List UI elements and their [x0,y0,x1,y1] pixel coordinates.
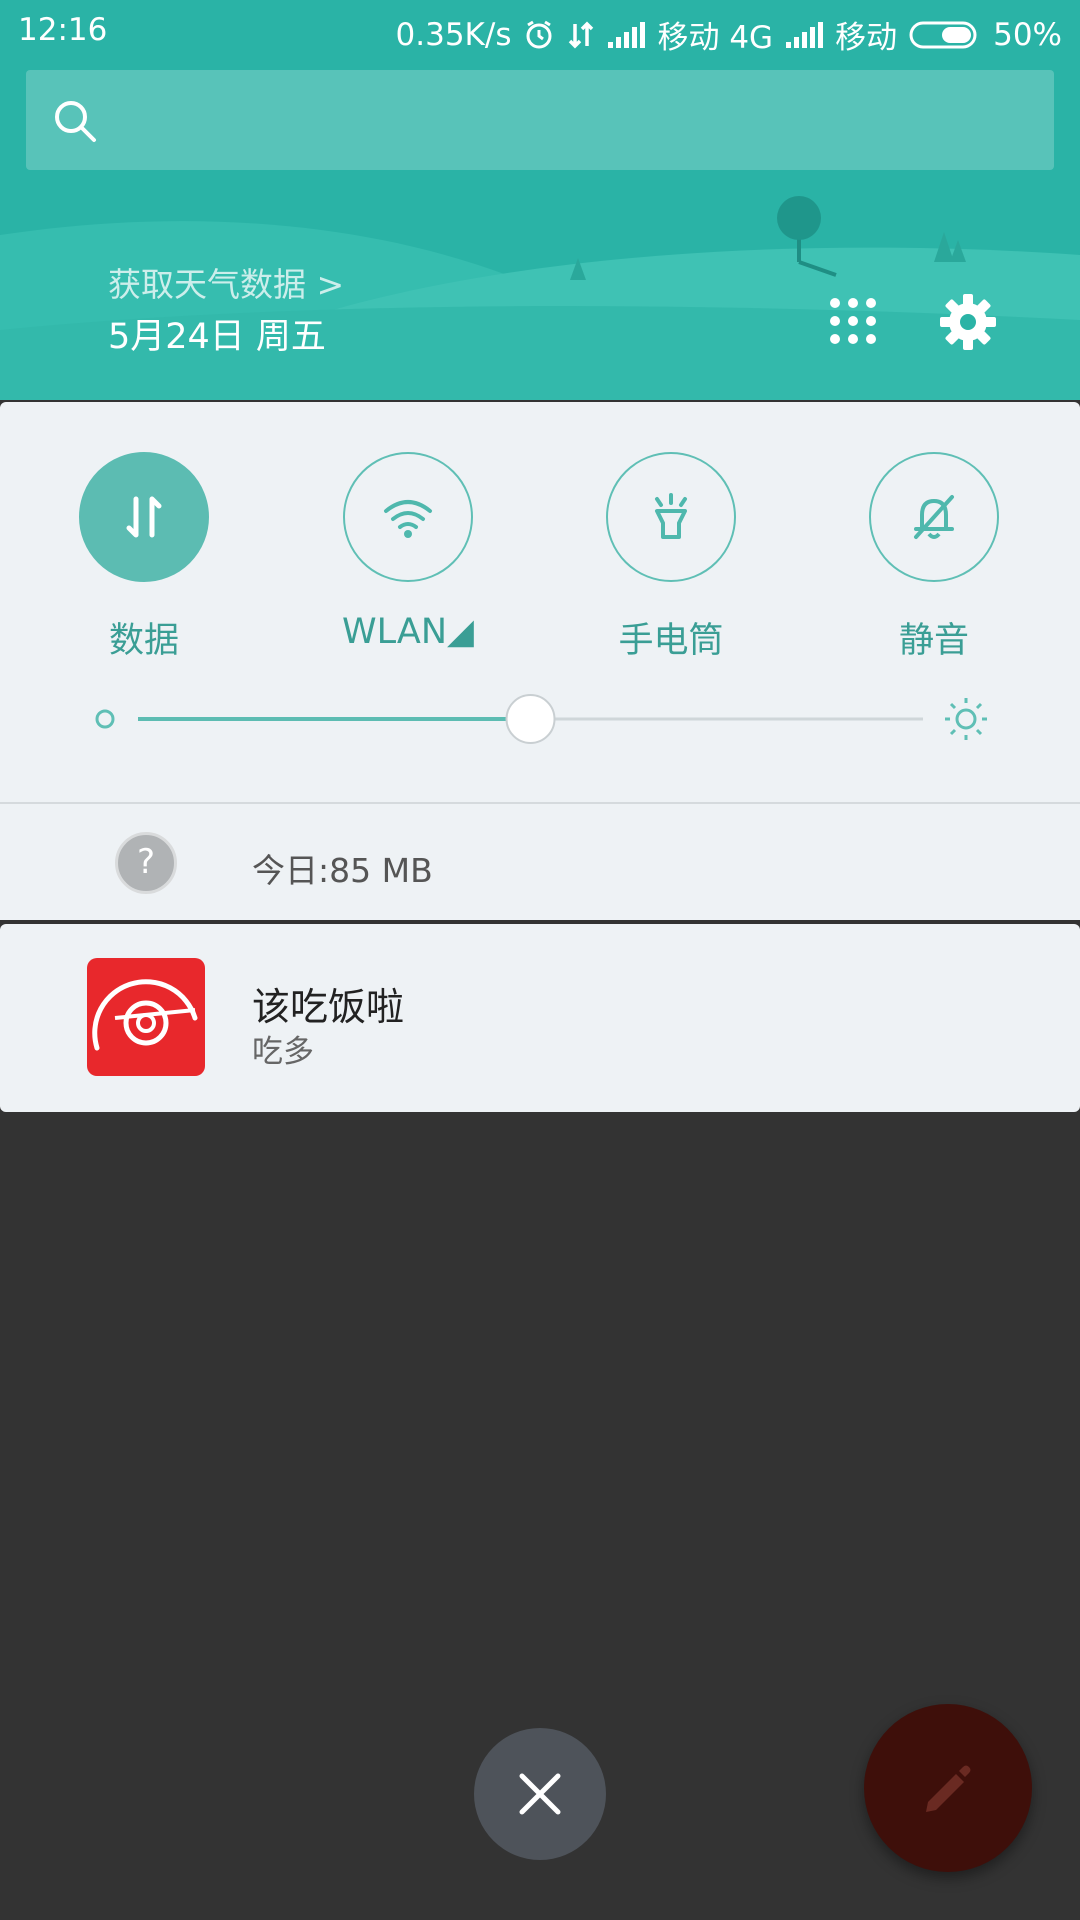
toggle-mute-label: 静音 [898,621,969,661]
data-usage-row[interactable]: ? 今日:85 MB [0,804,1080,920]
toggle-data-label: 数据 [108,621,179,661]
battery-icon [909,20,981,50]
app-logo-icon [87,958,205,1076]
data-transfer-icon [126,496,162,538]
slider-thumb[interactable] [505,694,556,744]
notification-card[interactable]: 该吃饭啦 吃多 [0,924,1080,1112]
mute-bell-icon [914,495,954,539]
help-icon: ? [115,832,177,894]
grid-icon[interactable] [828,296,878,346]
toggle-wlan[interactable]: WLAN◢ [308,452,508,672]
carrier-2: 移动 [835,20,898,56]
edit-fab-button[interactable] [864,1704,1032,1872]
battery-percent: 50% [993,16,1062,53]
status-bar: 12:16 0.35K/s 移动 4G 移动 50% [0,0,1080,62]
toggle-data[interactable]: 数据 [44,452,244,672]
signal-icon [607,21,646,48]
search-bar[interactable] [26,70,1054,170]
toggle-flashlight-label: 手电筒 [618,621,724,661]
toggle-data-circle[interactable] [79,452,209,582]
close-icon [519,1773,561,1815]
toggle-wlan-label: WLAN◢ [342,612,474,652]
gear-icon[interactable] [940,294,996,350]
brightness-low-icon [95,709,115,729]
signal-icon-2 [785,21,824,48]
status-time: 12:16 [18,12,108,48]
toggle-wlan-circle[interactable] [343,452,473,582]
alarm-icon [523,19,555,51]
toggle-mute[interactable]: 静音 [834,452,1034,672]
toggle-mute-circle[interactable] [869,452,999,582]
data-usage-text: 今日:85 MB [252,851,433,890]
wifi-icon [384,500,432,538]
flashlight-icon [655,493,687,539]
toggle-flashlight[interactable]: 手电筒 [571,452,771,672]
search-icon [55,101,96,142]
pencil-icon [926,1765,971,1812]
carrier-1: 移动 4G [657,20,774,56]
toggle-flashlight-circle[interactable] [606,452,736,582]
brightness-high-icon [945,698,987,740]
clear-all-button[interactable] [474,1728,606,1860]
brightness-slider[interactable] [88,694,998,744]
weather-link[interactable]: 获取天气数据 > [108,258,344,306]
date-text: 5月24日 周五 [108,317,326,357]
data-arrows-icon [567,20,595,50]
notification-subtitle: 吃多 [252,1034,314,1070]
notification-shade-header: 12:16 0.35K/s 移动 4G 移动 50% 获取天气数据 > 5月24… [0,0,1080,400]
net-speed: 0.35K/s [395,16,512,53]
notification-title: 该吃饭啦 [252,985,405,1029]
